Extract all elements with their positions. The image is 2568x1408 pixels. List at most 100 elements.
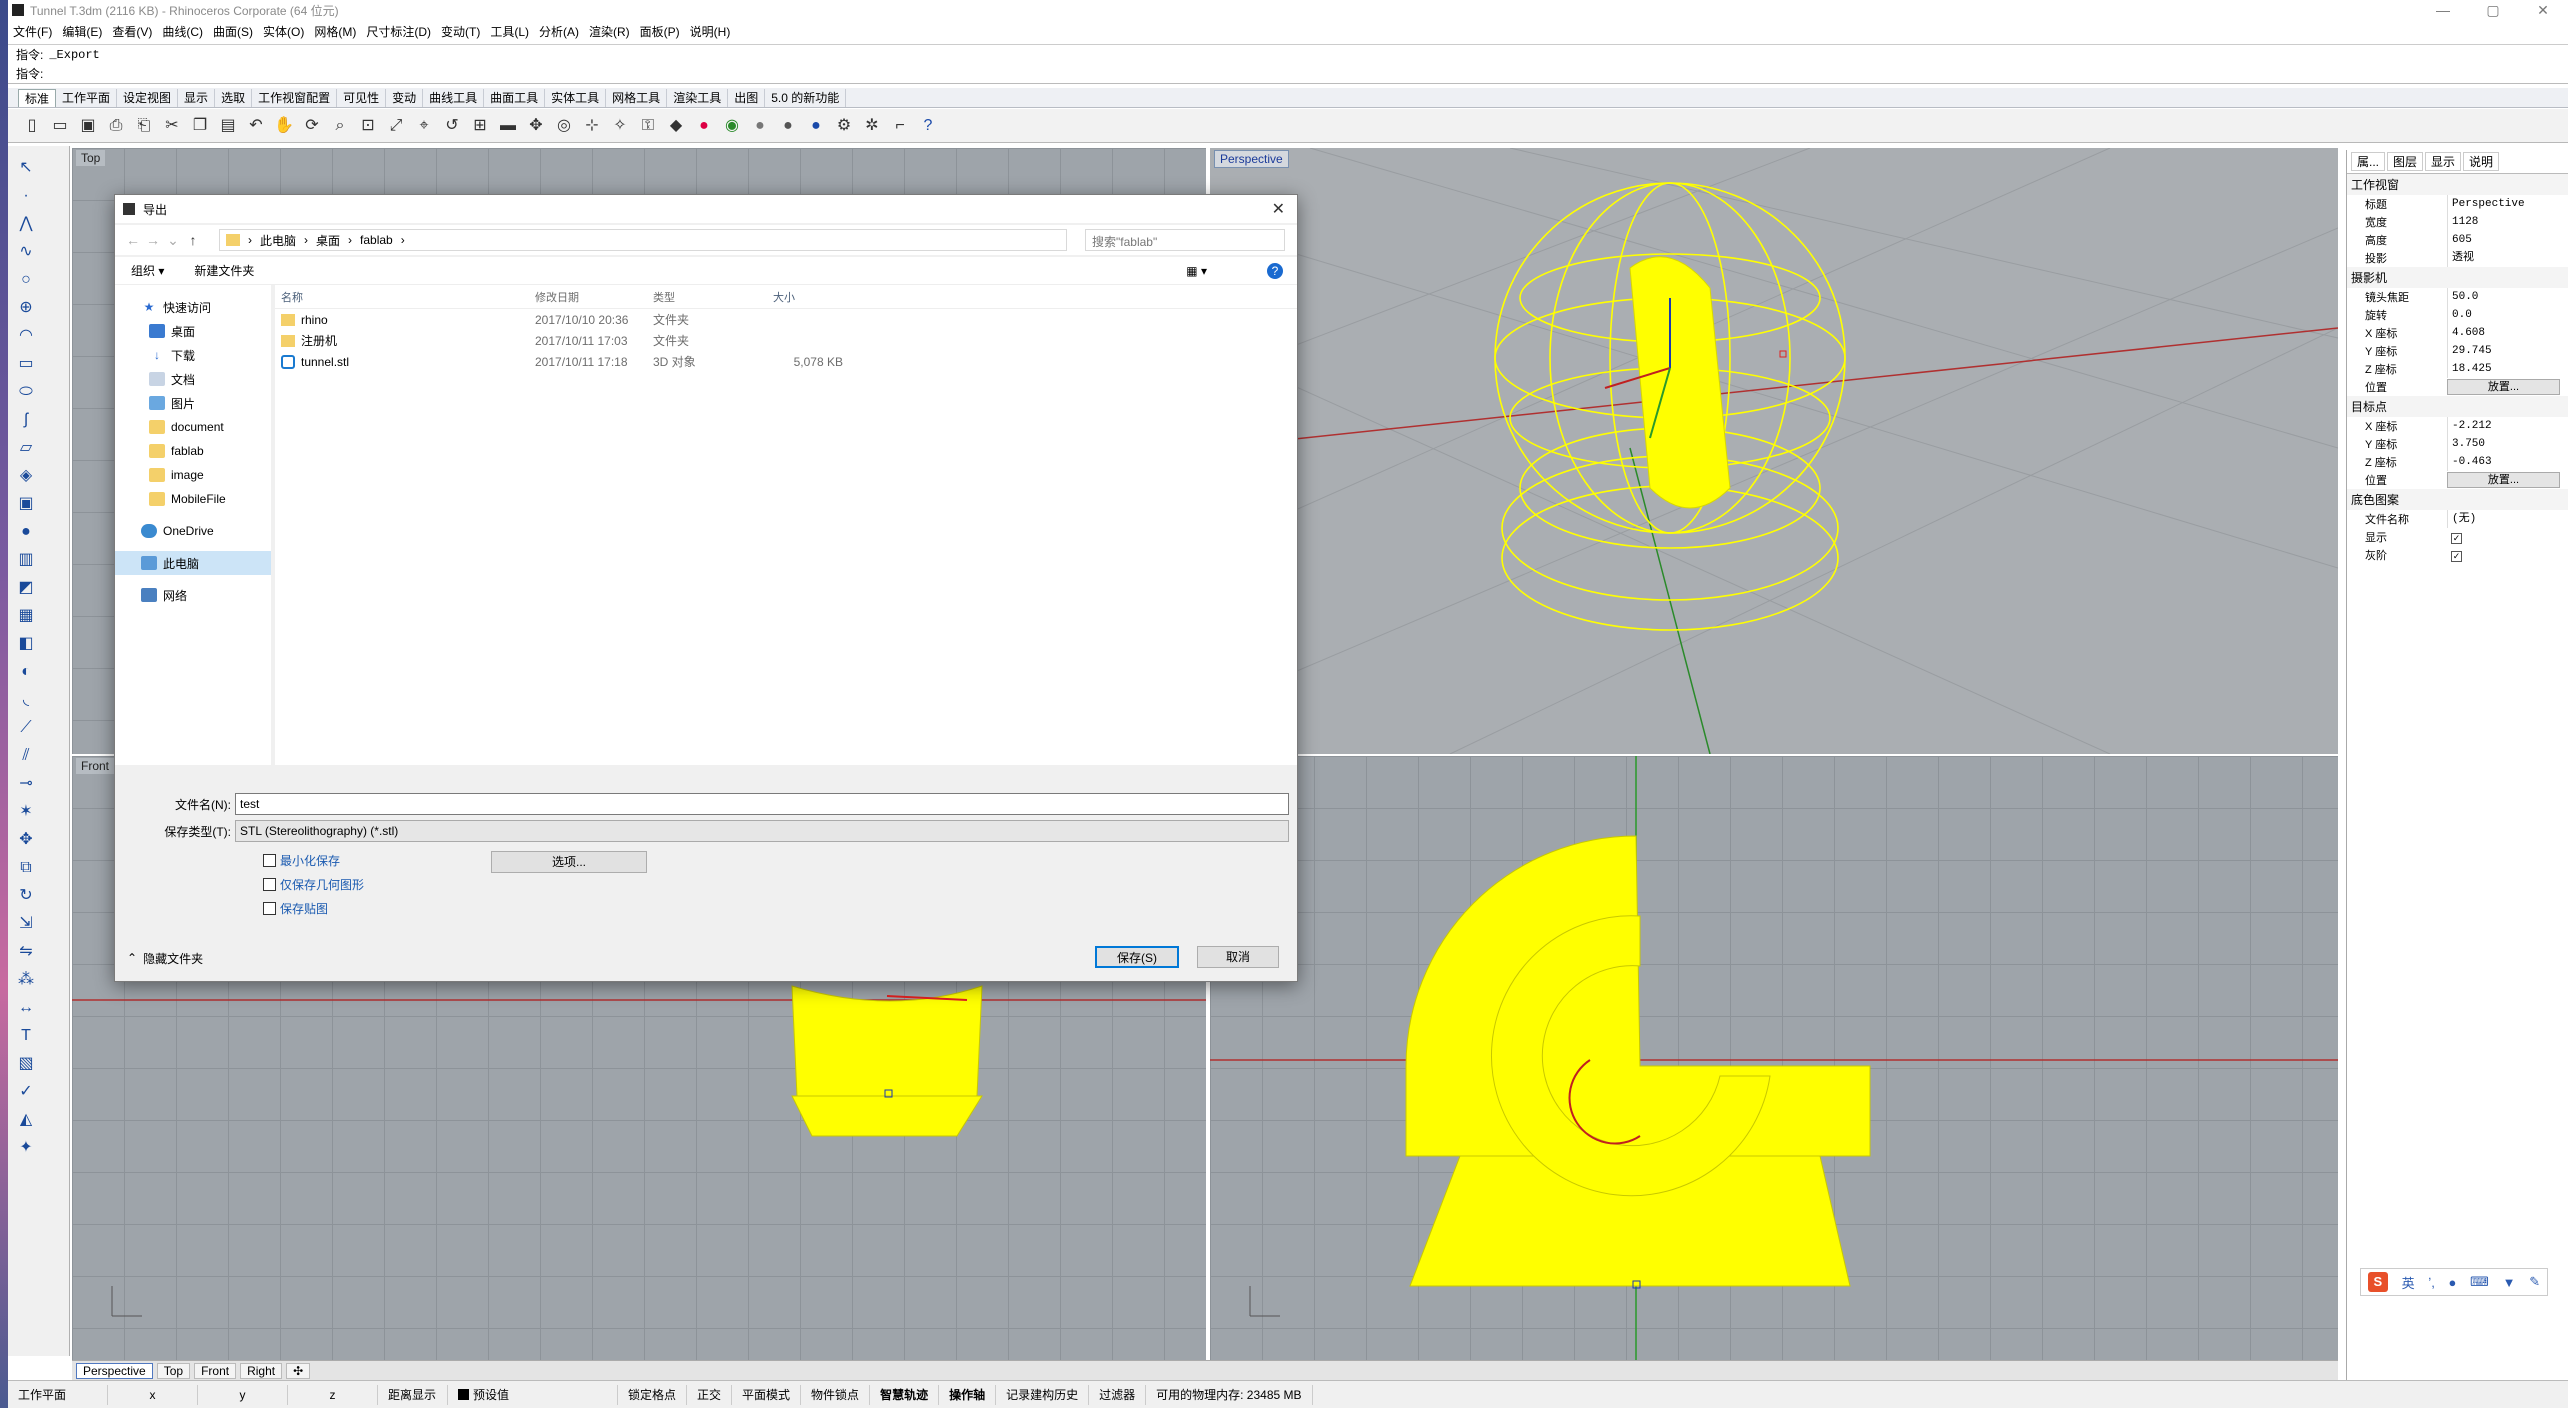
- menu-solid[interactable]: 实体(O): [258, 23, 309, 40]
- viewtab-add[interactable]: ✣: [286, 1362, 311, 1379]
- search-input[interactable]: 搜索"fablab": [1085, 229, 1285, 251]
- new-file-icon[interactable]: ▯: [20, 114, 44, 138]
- text-icon[interactable]: T: [13, 1023, 39, 1049]
- ime-logo[interactable]: S: [2367, 1272, 2388, 1292]
- view-options-icon[interactable]: ▦ ▾: [1186, 264, 1207, 278]
- menu-analyze[interactable]: 分析(A): [534, 23, 584, 40]
- tab-solid-tools[interactable]: 实体工具: [545, 89, 607, 107]
- arc-icon[interactable]: ◠: [13, 323, 39, 349]
- menu-dimension[interactable]: 尺寸标注(D): [361, 23, 436, 40]
- layout-icon[interactable]: ▧: [13, 1051, 39, 1077]
- prop-title-value[interactable]: Perspective: [2447, 195, 2568, 213]
- tab-mesh-tools[interactable]: 网格工具: [606, 89, 668, 107]
- select-icon[interactable]: ✥: [524, 114, 548, 138]
- menu-curve[interactable]: 曲线(C): [157, 23, 208, 40]
- light-icon[interactable]: ✧: [608, 114, 632, 138]
- freeform-icon[interactable]: ʃ: [13, 407, 39, 433]
- breadcrumb-desktop[interactable]: 桌面: [316, 232, 340, 249]
- tab-properties[interactable]: 属...: [2351, 152, 2386, 171]
- ime-keyboard-icon[interactable]: ⌨: [2470, 1274, 2489, 1290]
- shaded-sphere-icon[interactable]: ●: [748, 114, 772, 138]
- lock-icon[interactable]: ⚿: [636, 114, 660, 138]
- mesh-box-icon[interactable]: ◧: [13, 631, 39, 657]
- tab-viewport-layout[interactable]: 工作视窗配置: [252, 89, 338, 107]
- point-icon[interactable]: ·: [13, 183, 39, 209]
- color-wheel-icon[interactable]: ●: [692, 114, 716, 138]
- nav-folder-mobilefile[interactable]: MobileFile: [115, 487, 271, 511]
- curve-icon[interactable]: ∿: [13, 239, 39, 265]
- tab-transform[interactable]: 变动: [386, 89, 424, 107]
- status-cplane[interactable]: 工作平面: [8, 1384, 108, 1405]
- col-date[interactable]: 修改日期: [535, 289, 653, 305]
- prop-target-z-value[interactable]: -0.463: [2447, 453, 2568, 471]
- tab-display[interactable]: 显示: [178, 89, 216, 107]
- ime-language[interactable]: 英: [2402, 1273, 2415, 1292]
- status-planar[interactable]: 平面模式: [732, 1384, 802, 1405]
- rotate-view-icon[interactable]: ⟳: [300, 114, 324, 138]
- nav-documents[interactable]: 文档: [115, 367, 271, 391]
- fillet-icon[interactable]: ◟: [13, 687, 39, 713]
- tab-new-in-v5[interactable]: 5.0 的新功能: [765, 89, 847, 107]
- forward-arrow-icon[interactable]: →: [143, 232, 163, 248]
- zoom-extents-icon[interactable]: ⤢: [384, 114, 408, 138]
- viewtab-perspective[interactable]: Perspective: [76, 1362, 153, 1379]
- ime-tools-icon[interactable]: ✎: [2529, 1274, 2540, 1290]
- hide-folders-toggle[interactable]: ⌃ 隐藏文件夹: [127, 947, 203, 969]
- prop-width-value[interactable]: 1128: [2447, 213, 2568, 231]
- option-geometry-only[interactable]: 仅保存几何图形: [263, 873, 364, 895]
- tab-cplanes[interactable]: 工作平面: [56, 89, 118, 107]
- recent-chevron-icon[interactable]: ⌄: [163, 232, 183, 249]
- status-ortho[interactable]: 正交: [687, 1384, 733, 1405]
- undo-icon[interactable]: ↶: [244, 114, 268, 138]
- viewport-perspective[interactable]: Perspective: [1210, 148, 2338, 754]
- tab-visibility[interactable]: 可见性: [337, 89, 387, 107]
- ime-skin-icon[interactable]: ▼: [2503, 1275, 2516, 1290]
- dialog-close-icon[interactable]: ✕: [1272, 199, 1285, 219]
- tab-select[interactable]: 选取: [215, 89, 253, 107]
- trim-icon[interactable]: ⟋: [13, 715, 39, 741]
- wallpaper-gray-checkbox[interactable]: ✓: [2451, 551, 2462, 562]
- command-prompt[interactable]: 指令:: [8, 64, 2568, 83]
- render-sphere-icon[interactable]: ◉: [720, 114, 744, 138]
- print-icon[interactable]: ⎙: [104, 114, 128, 138]
- status-history[interactable]: 记录建构历史: [996, 1384, 1090, 1405]
- nav-folder-image[interactable]: image: [115, 463, 271, 487]
- menu-render[interactable]: 渲染(R): [584, 23, 635, 40]
- snap-icon[interactable]: ⊹: [580, 114, 604, 138]
- prop-rotation-value[interactable]: 0.0: [2447, 306, 2568, 324]
- polyline-icon[interactable]: ⋀: [13, 211, 39, 237]
- array-icon[interactable]: ⁂: [13, 967, 39, 993]
- split-icon[interactable]: ⫽: [13, 743, 39, 769]
- select-arrow-icon[interactable]: ↖: [13, 155, 39, 181]
- rectangle-icon[interactable]: ▭: [13, 351, 39, 377]
- nav-desktop[interactable]: 桌面: [115, 319, 271, 343]
- explode-icon[interactable]: ✶: [13, 799, 39, 825]
- patch-icon[interactable]: ◩: [13, 575, 39, 601]
- status-layer[interactable]: 预设值: [448, 1384, 618, 1405]
- move-icon[interactable]: ✥: [13, 827, 39, 853]
- prop-target-y-value[interactable]: 3.750: [2447, 435, 2568, 453]
- place-camera-button[interactable]: 放置...: [2447, 379, 2560, 395]
- four-viewports-icon[interactable]: ⊞: [468, 114, 492, 138]
- breadcrumb-fablab[interactable]: fablab: [360, 233, 393, 247]
- mirror-icon[interactable]: ⇋: [13, 939, 39, 965]
- prop-camera-y-value[interactable]: 29.745: [2447, 342, 2568, 360]
- options-button[interactable]: 选项...: [491, 851, 647, 873]
- tab-set-view[interactable]: 设定视图: [117, 89, 179, 107]
- tab-surface-tools[interactable]: 曲面工具: [484, 89, 546, 107]
- material-sphere-icon[interactable]: ●: [776, 114, 800, 138]
- status-filter[interactable]: 过滤器: [1089, 1384, 1147, 1405]
- viewtab-right[interactable]: Right: [240, 1362, 283, 1379]
- cut-icon[interactable]: ✂: [160, 114, 184, 138]
- viewport-right[interactable]: [1210, 756, 2338, 1360]
- tab-render-tools[interactable]: 渲染工具: [667, 89, 729, 107]
- tab-display-panel[interactable]: 显示: [2425, 152, 2462, 171]
- sphere-icon[interactable]: ●: [13, 519, 39, 545]
- nav-folder-fablab[interactable]: fablab: [115, 439, 271, 463]
- menu-mesh[interactable]: 网格(M): [309, 23, 361, 40]
- light-tool-icon[interactable]: ✦: [13, 1135, 39, 1161]
- up-arrow-icon[interactable]: ↑: [183, 232, 203, 248]
- mesh-icon[interactable]: ▦: [13, 603, 39, 629]
- col-type[interactable]: 类型: [653, 289, 773, 305]
- menu-transform[interactable]: 变动(T): [436, 23, 485, 40]
